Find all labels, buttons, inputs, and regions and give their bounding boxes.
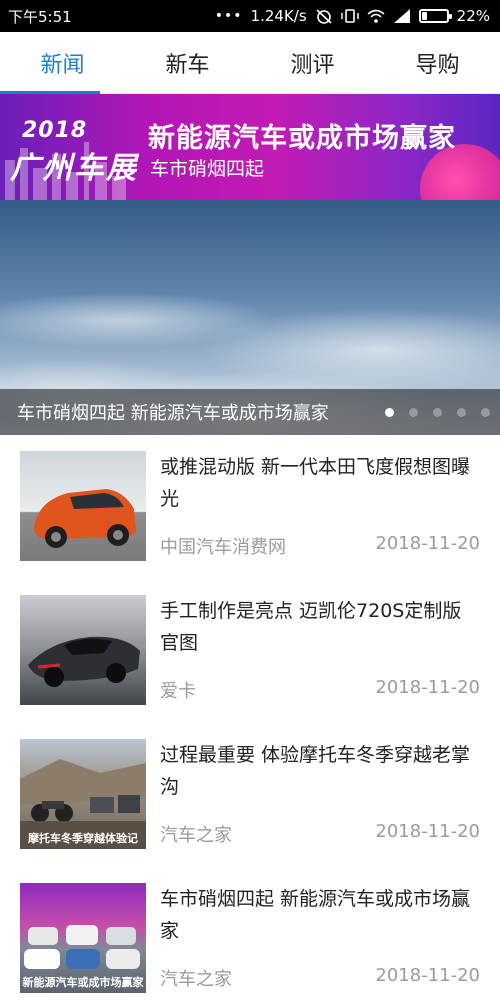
carousel-dot[interactable]	[409, 407, 418, 417]
news-thumbnail: 新能源汽车或成市场赢家	[20, 883, 146, 993]
supercar-image	[28, 636, 140, 687]
news-thumbnail	[20, 451, 146, 561]
news-source: 爱卡	[160, 681, 196, 702]
alarm-off-icon	[316, 9, 332, 24]
carousel-dot[interactable]	[481, 407, 490, 417]
status-time: 下午5:51	[8, 7, 72, 26]
carousel-indicator	[385, 407, 490, 417]
news-date: 2018-11-20	[375, 677, 480, 698]
news-title: 手工制作是亮点 迈凯伦720S定制版官图	[160, 600, 462, 654]
status-bar: 下午5:51 ••• 1.24K/s 22%	[0, 0, 500, 32]
tab-buying-guide[interactable]: 导购	[375, 32, 500, 93]
battery-icon	[418, 9, 452, 23]
banner-ad-strip: 2018 广州车展 新能源汽车或成市场赢家 车市硝烟四起	[0, 94, 500, 234]
news-source: 汽车之家	[160, 825, 232, 846]
news-source: 汽车之家	[160, 969, 232, 990]
tab-news[interactable]: 新闻	[0, 32, 125, 94]
network-speed: 1.24K/s	[250, 7, 307, 25]
auto-show-logo: 2018 广州车展	[10, 118, 138, 186]
news-title: 过程最重要 体验摩托车冬季穿越老掌沟	[160, 744, 471, 798]
tab-new-cars[interactable]: 新车	[125, 32, 250, 93]
news-list: 或推混动版 新一代本田飞度假想图曝光 中国汽车消费网 2018-11-20 手工…	[0, 435, 500, 1000]
signal-icon	[393, 9, 410, 23]
orange-car-image	[34, 489, 136, 548]
carousel-dot[interactable]	[433, 407, 442, 417]
news-source: 中国汽车消费网	[160, 537, 286, 558]
banner-caption: 车市硝烟四起 新能源汽车或成市场赢家	[17, 403, 329, 424]
thumbnail-caption: 新能源汽车或成市场赢家	[22, 976, 144, 989]
banner-carousel[interactable]: 2018 广州车展 新能源汽车或成市场赢家 车市硝烟四起 车市硝烟四起 新能源汽…	[0, 94, 500, 435]
news-title: 或推混动版 新一代本田飞度假想图曝光	[160, 456, 471, 510]
list-item[interactable]: 摩托车冬季穿越体验记 过程最重要 体验摩托车冬季穿越老掌沟 汽车之家 2018-…	[0, 723, 500, 867]
battery-percent: 22%	[456, 7, 490, 25]
wifi-icon	[367, 9, 385, 23]
news-date: 2018-11-20	[375, 821, 480, 842]
list-item[interactable]: 手工制作是亮点 迈凯伦720S定制版官图 爱卡 2018-11-20	[0, 579, 500, 723]
news-thumbnail: 摩托车冬季穿越体验记	[20, 739, 146, 849]
banner-subheadline: 车市硝烟四起	[150, 158, 265, 180]
category-tabs: 新闻 新车 测评 导购	[0, 32, 500, 94]
tab-reviews[interactable]: 测评	[250, 32, 375, 93]
list-item[interactable]: 或推混动版 新一代本田飞度假想图曝光 中国汽车消费网 2018-11-20	[0, 435, 500, 579]
vibrate-icon	[340, 9, 359, 23]
notification-dots-icon: •••	[214, 8, 243, 24]
carousel-dot[interactable]	[385, 407, 394, 417]
status-icons: ••• 1.24K/s 22%	[215, 7, 490, 25]
thumbnail-caption: 摩托车冬季穿越体验记	[28, 832, 138, 845]
carousel-dot[interactable]	[457, 407, 466, 417]
news-date: 2018-11-20	[375, 533, 480, 554]
news-date: 2018-11-20	[375, 965, 480, 986]
news-title: 车市硝烟四起 新能源汽车或成市场赢家	[160, 888, 471, 942]
banner-caption-bar: 车市硝烟四起 新能源汽车或成市场赢家	[0, 389, 500, 435]
banner-headline: 新能源汽车或成市场赢家	[148, 123, 456, 154]
list-item[interactable]: 新能源汽车或成市场赢家 车市硝烟四起 新能源汽车或成市场赢家 汽车之家 2018…	[0, 867, 500, 1000]
news-thumbnail	[20, 595, 146, 705]
